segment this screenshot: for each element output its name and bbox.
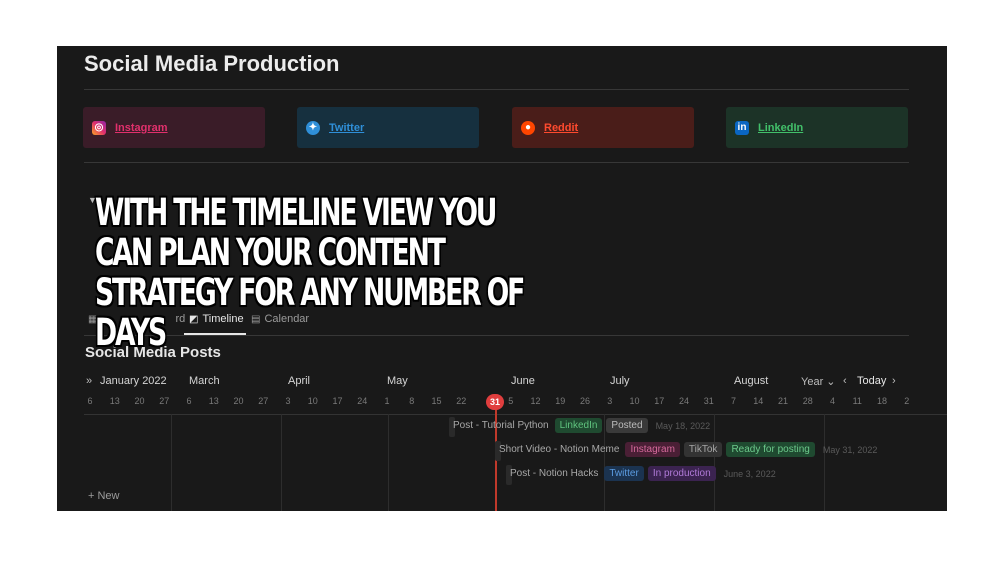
link-card-instagram[interactable]: ◎ Instagram <box>83 107 265 148</box>
scale-dropdown[interactable]: Year ⌄ <box>801 375 836 388</box>
tag-status: Posted <box>606 418 648 433</box>
twitter-icon: ✦ <box>306 120 320 135</box>
link-label: Instagram <box>115 121 168 134</box>
day-tick: 10 <box>307 396 318 406</box>
notion-page: Social Media Production ◎ Instagram ✦ Tw… <box>57 46 947 511</box>
day-tick: 13 <box>208 396 219 406</box>
day-tick: 2 <box>904 396 910 406</box>
month-label: April <box>288 375 311 387</box>
new-item-button[interactable]: + New <box>88 490 120 502</box>
month-label: May <box>387 375 408 387</box>
day-tick: 13 <box>109 396 120 406</box>
item-date: June 3, 2022 <box>723 468 776 479</box>
day-tick: 10 <box>629 396 640 406</box>
today-marker: 31 <box>486 394 504 410</box>
day-tick: 4 <box>829 396 835 406</box>
link-label: Reddit <box>544 121 579 134</box>
prev-chevron-icon[interactable]: ‹ <box>843 375 847 387</box>
month-label: June <box>511 375 535 387</box>
day-tick: 8 <box>409 396 415 406</box>
day-tick: 1 <box>384 396 390 406</box>
day-tick: 12 <box>530 396 541 406</box>
caption-overlay: WITH THE TIMELINE VIEW YOU CAN PLAN YOUR… <box>95 191 525 354</box>
expand-double-chevron-icon[interactable]: » <box>86 375 92 387</box>
month-gridline <box>824 414 825 511</box>
day-tick: 22 <box>456 396 467 406</box>
month-label: August <box>734 375 769 387</box>
today-button[interactable]: Today <box>857 375 886 387</box>
link-card-reddit[interactable]: ● Reddit <box>512 107 694 148</box>
day-tick: 26 <box>579 396 590 406</box>
timeline-item[interactable]: Post - Notion Hacks Twitter In productio… <box>510 465 776 482</box>
page-title: Social Media Production <box>84 51 340 76</box>
day-tick: 3 <box>607 396 613 406</box>
day-tick: 21 <box>777 396 788 406</box>
day-tick: 3 <box>285 396 291 406</box>
tag-status: In production <box>647 466 716 481</box>
item-date: May 31, 2022 <box>822 444 878 455</box>
day-tick: 7 <box>730 396 736 406</box>
linkedin-icon: in <box>735 120 749 135</box>
timeline-item[interactable]: Post - Tutorial Python LinkedIn Posted M… <box>453 417 710 434</box>
month-gridline <box>281 414 282 511</box>
timeline-header-divider <box>84 414 947 415</box>
day-tick: 31 <box>703 396 714 406</box>
day-tick: 24 <box>678 396 689 406</box>
day-tick: 11 <box>852 396 862 406</box>
day-tick: 28 <box>802 396 813 406</box>
link-label: Twitter <box>329 121 365 134</box>
tag-platform: LinkedIn <box>554 418 603 433</box>
day-tick: 6 <box>87 396 93 406</box>
link-label: LinkedIn <box>758 121 804 134</box>
divider <box>84 89 909 90</box>
month-gridline <box>388 414 389 511</box>
month-gridline <box>171 414 172 511</box>
day-tick: 19 <box>555 396 566 406</box>
day-tick: 24 <box>357 396 368 406</box>
month-label: March <box>189 375 220 387</box>
day-tick: 27 <box>258 396 269 406</box>
month-label: July <box>610 375 630 387</box>
item-name: Post - Tutorial Python <box>453 420 549 431</box>
item-date: May 18, 2022 <box>655 420 711 431</box>
tag-platform: TikTok <box>683 442 723 457</box>
day-tick: 27 <box>159 396 170 406</box>
instagram-icon: ◎ <box>92 120 106 135</box>
day-tick: 6 <box>186 396 192 406</box>
tag-platform: Instagram <box>625 442 680 457</box>
item-name: Post - Notion Hacks <box>510 468 599 479</box>
link-card-twitter[interactable]: ✦ Twitter <box>297 107 479 148</box>
day-tick: 14 <box>753 396 764 406</box>
day-tick: 17 <box>654 396 665 406</box>
divider <box>84 162 909 163</box>
day-tick: 18 <box>876 396 887 406</box>
month-gridline <box>714 414 715 511</box>
link-card-linkedin[interactable]: in LinkedIn <box>726 107 908 148</box>
tag-platform: Twitter <box>604 466 644 481</box>
day-tick: 15 <box>431 396 442 406</box>
tag-status: Ready for posting <box>726 442 815 457</box>
item-name: Short Video - Notion Meme <box>499 444 620 455</box>
reddit-icon: ● <box>521 120 535 135</box>
day-tick: 20 <box>233 396 244 406</box>
day-tick: 20 <box>134 396 145 406</box>
day-tick: 17 <box>332 396 343 406</box>
month-label: January 2022 <box>100 375 167 387</box>
next-chevron-icon[interactable]: › <box>892 375 896 387</box>
timeline-item[interactable]: Short Video - Notion Meme Instagram TikT… <box>499 441 877 458</box>
